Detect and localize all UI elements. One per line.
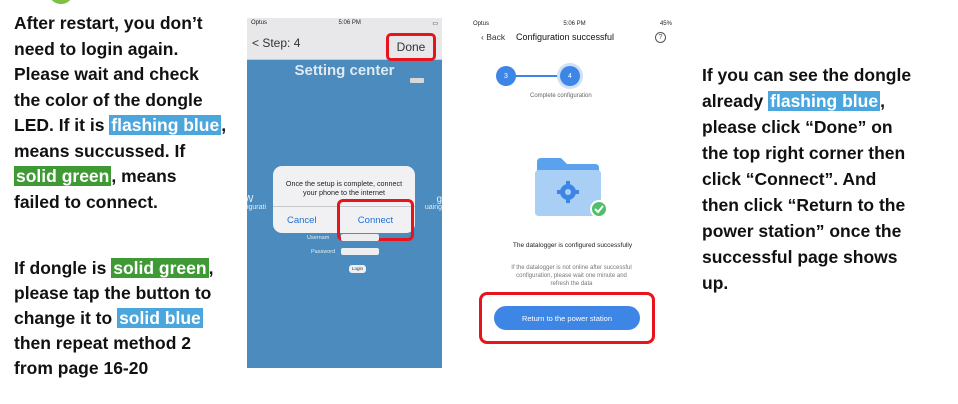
carrier-label: Optus xyxy=(251,20,268,26)
note-line: means succussed. If xyxy=(14,140,186,161)
cancel-button[interactable]: Cancel xyxy=(287,215,317,226)
instruction-text-flashing-blue: If you can see the dongle already flashi… xyxy=(702,62,942,296)
nav-bar: ‹ Back Configuration successful ? xyxy=(467,29,678,49)
note-line: change it to solid blue xyxy=(14,306,240,331)
success-message: The datalogger is configured successfull… xyxy=(512,242,633,249)
phone-screenshot-setting-center: Optus 5:06 PM ▭ < Step: 4 Done Setting c… xyxy=(247,18,442,368)
obscured-text: uaing xyxy=(424,204,442,211)
note-line: please click “Done” on xyxy=(702,117,893,137)
highlight-solid-green: solid green xyxy=(14,166,112,186)
back-button[interactable]: ‹ Back xyxy=(481,32,505,42)
done-button[interactable]: Done xyxy=(386,33,436,61)
highlight-solid-green: solid green xyxy=(111,258,209,278)
note-text: , xyxy=(221,115,227,135)
carrier-label: Optus xyxy=(473,20,490,27)
note-line: the color of the dongle xyxy=(14,89,203,110)
note-text: , means xyxy=(111,166,177,186)
return-to-power-station-button[interactable]: Return to the power station xyxy=(494,306,640,330)
highlight-flashing-blue: flashing blue xyxy=(109,115,222,135)
note-text: , xyxy=(208,258,214,278)
page-title: Setting center xyxy=(294,62,395,79)
note-line: please tap the button to xyxy=(14,283,212,303)
note-text: change it to xyxy=(14,308,118,328)
note-line: Please wait and check xyxy=(14,64,199,84)
return-button-highlight: Return to the power station xyxy=(479,292,655,344)
note-line: need to login again. xyxy=(14,38,179,59)
obscured-text: figurati xyxy=(247,204,267,211)
hint-message: If the datalogger is not online after su… xyxy=(511,265,632,287)
page-title: Configuration successful xyxy=(516,32,615,42)
highlight-flashing-blue: flashing blue xyxy=(768,91,881,111)
note-line: After restart, you don’t xyxy=(14,13,203,33)
password-field[interactable] xyxy=(341,248,379,255)
step-3-indicator: 3 xyxy=(496,66,516,86)
instruction-text-solid-green: If dongle is solid green, please tap the… xyxy=(14,256,240,381)
username-label: Usernam xyxy=(307,235,330,241)
username-field[interactable] xyxy=(341,234,379,241)
small-tag xyxy=(410,78,424,83)
help-icon[interactable]: ? xyxy=(655,32,666,43)
note-line: If dongle is solid green, xyxy=(14,256,240,281)
note-line: the top right corner then xyxy=(702,143,906,163)
battery-percent: 45% xyxy=(659,20,672,27)
battery-icon: ▭ xyxy=(432,20,438,27)
note-text: , xyxy=(880,91,885,111)
note-line: LED. If it is flashing blue, xyxy=(14,113,236,139)
highlight-solid-blue: solid blue xyxy=(117,308,203,328)
status-time: 5:06 PM xyxy=(338,20,361,26)
note-text: If dongle is xyxy=(14,258,112,278)
note-line: click “Connect”. And xyxy=(702,169,877,189)
nav-bar: < Step: 4 Done xyxy=(247,28,442,61)
note-line: already flashing blue, xyxy=(702,88,942,114)
status-time: 5:06 PM xyxy=(563,20,586,27)
note-line: then click “Return to the xyxy=(702,195,906,215)
folder-gear-check-icon xyxy=(535,158,608,218)
password-label: Password xyxy=(311,249,336,255)
note-line: from page 16-20 xyxy=(14,358,149,378)
back-button[interactable]: < Step: 4 xyxy=(252,36,300,50)
note-text: already xyxy=(702,91,769,111)
note-line: solid green, means xyxy=(14,164,236,190)
status-bar: Optus 5:06 PM ▭ xyxy=(247,18,442,28)
green-decor-blob xyxy=(50,0,72,4)
status-bar: Optus 5:06 PM 45% xyxy=(467,18,678,29)
note-line: power station” once the xyxy=(702,221,902,241)
instruction-text-restart: After restart, you don’t need to login a… xyxy=(14,11,236,215)
note-line: up. xyxy=(702,273,729,293)
login-button[interactable]: Login xyxy=(349,265,366,273)
note-line: If you can see the dongle xyxy=(702,65,912,85)
note-text: LED. If it is xyxy=(14,115,110,135)
note-line: successful page shows xyxy=(702,247,898,267)
phone-screenshot-configuration-successful: Optus 5:06 PM 45% ‹ Back Configuration s… xyxy=(467,18,678,368)
alert-message: Once the setup is complete, connect your… xyxy=(285,179,403,197)
step-4-indicator: 4 xyxy=(560,66,580,86)
note-line: failed to connect. xyxy=(14,191,158,212)
note-line: then repeat method 2 xyxy=(14,333,191,353)
back-label: Back xyxy=(486,32,506,42)
step-label: Complete configuration xyxy=(530,93,592,99)
